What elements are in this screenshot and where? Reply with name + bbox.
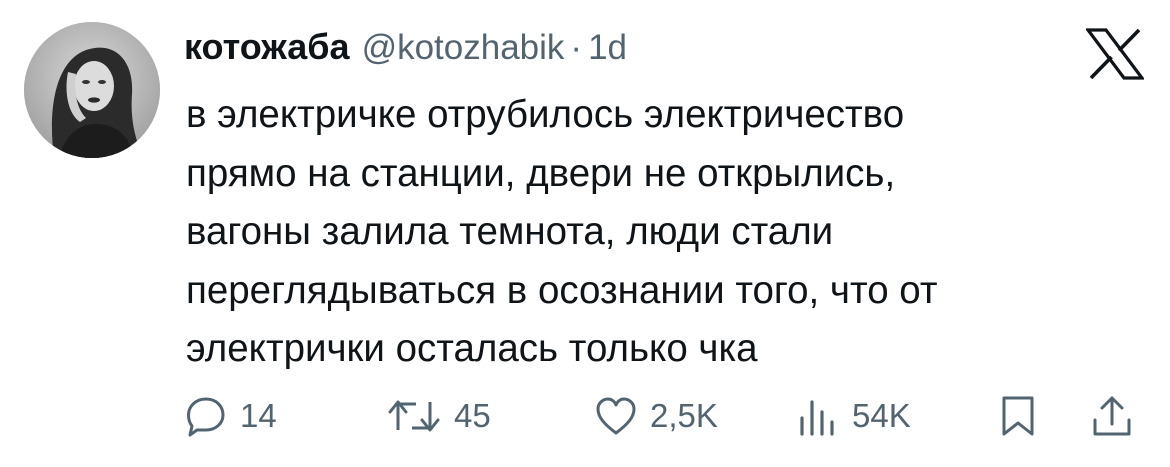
- tweet-header: котожаба @kotozhabik · 1d: [184, 26, 627, 76]
- header-separator: ·: [570, 28, 583, 67]
- views-icon: [796, 394, 840, 438]
- tweet-card: котожаба @kotozhabik · 1d в электричке о…: [0, 0, 1170, 467]
- tweet-text-line: прямо на станции, двери не открылись,: [186, 151, 896, 195]
- tweet-actions-bar: 14 45 2,5K 54K: [0, 388, 1170, 448]
- author-handle[interactable]: @kotozhabik: [362, 28, 565, 68]
- repost-icon: [386, 394, 442, 438]
- tweet-text: в электричке отрубилось электричество пр…: [186, 86, 1146, 379]
- repost-button[interactable]: 45: [386, 388, 491, 444]
- tweet-text-line: переглядываться в осознании того, что от: [186, 268, 938, 312]
- share-button[interactable]: [1090, 388, 1134, 444]
- tweet-timestamp[interactable]: 1d: [588, 28, 627, 68]
- views-button[interactable]: 54K: [796, 388, 911, 444]
- avatar-photo: [24, 22, 160, 158]
- reply-button[interactable]: 14: [184, 388, 277, 444]
- like-button[interactable]: 2,5K: [594, 388, 718, 444]
- bookmark-button[interactable]: [998, 388, 1038, 444]
- reply-icon: [184, 394, 228, 438]
- avatar[interactable]: [24, 22, 160, 158]
- repost-count: 45: [454, 397, 491, 434]
- share-icon: [1090, 394, 1134, 438]
- tweet-text-line: в электричке отрубилось электричество: [186, 93, 905, 136]
- tweet-text-line: вагоны залила темнота, люди стали: [186, 210, 834, 253]
- x-logo-icon[interactable]: [1084, 28, 1146, 80]
- tweet-text-line: электрички осталась только чка: [186, 327, 758, 370]
- views-count: 54K: [852, 397, 911, 434]
- reply-count: 14: [240, 397, 277, 434]
- heart-icon: [594, 394, 638, 438]
- bookmark-icon: [998, 394, 1038, 438]
- author-display-name[interactable]: котожаба: [184, 26, 350, 68]
- like-count: 2,5K: [650, 397, 718, 434]
